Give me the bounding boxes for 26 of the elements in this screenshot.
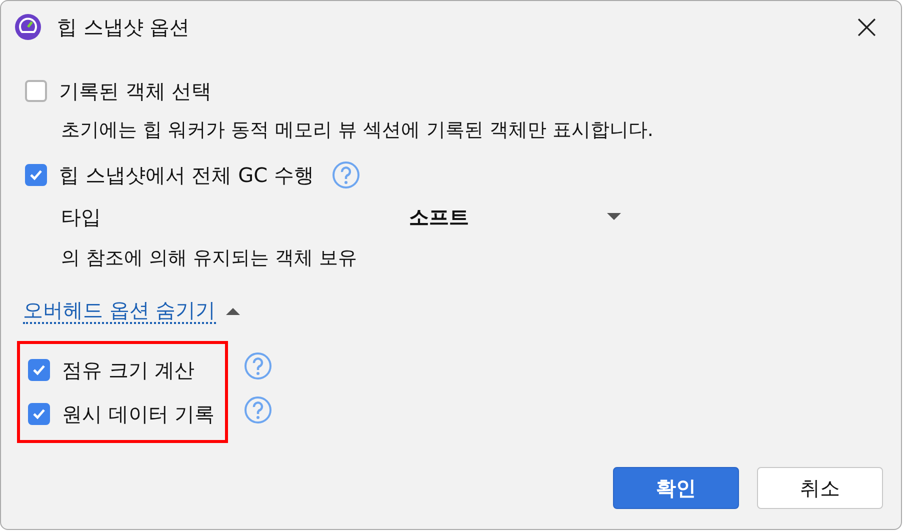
check-icon (32, 408, 46, 420)
window-title: 힙 스냅샷 옵션 (57, 14, 190, 40)
type-label: 타입 (61, 204, 102, 230)
checkbox-label: 원시 데이터 기록 (62, 400, 215, 428)
check-icon (32, 364, 46, 376)
type-dropdown[interactable]: 소프트 (409, 204, 621, 230)
checkbox[interactable] (28, 359, 50, 381)
type-note: 의 참조에 의해 유지되는 객체 보유 (61, 246, 358, 271)
check-icon (29, 169, 43, 181)
hide-overhead-link[interactable]: 오버헤드 옵션 숨기기 (23, 298, 216, 324)
help-icon[interactable] (244, 352, 272, 380)
help-icon[interactable] (332, 161, 360, 189)
checkbox[interactable] (25, 164, 47, 186)
help-icon[interactable] (244, 396, 272, 424)
checkbox-label: 힙 스냅샷에서 전체 GC 수행 (59, 162, 314, 188)
cancel-button[interactable]: 취소 (757, 467, 883, 509)
checkbox[interactable] (28, 403, 50, 425)
checkbox[interactable] (25, 80, 47, 102)
gauge-icon (15, 14, 41, 40)
ok-button[interactable]: 확인 (613, 467, 739, 509)
option-description: 초기에는 힙 워커가 동적 메모리 뷰 섹션에 기록된 객체만 표시합니다. (61, 118, 654, 143)
dropdown-arrow-icon (607, 213, 621, 221)
close-button[interactable]: × (848, 10, 885, 44)
checkbox-label: 점유 크기 계산 (62, 356, 195, 384)
checkbox-label: 기록된 객체 선택 (59, 78, 212, 104)
collapse-arrow-icon[interactable] (226, 307, 240, 315)
